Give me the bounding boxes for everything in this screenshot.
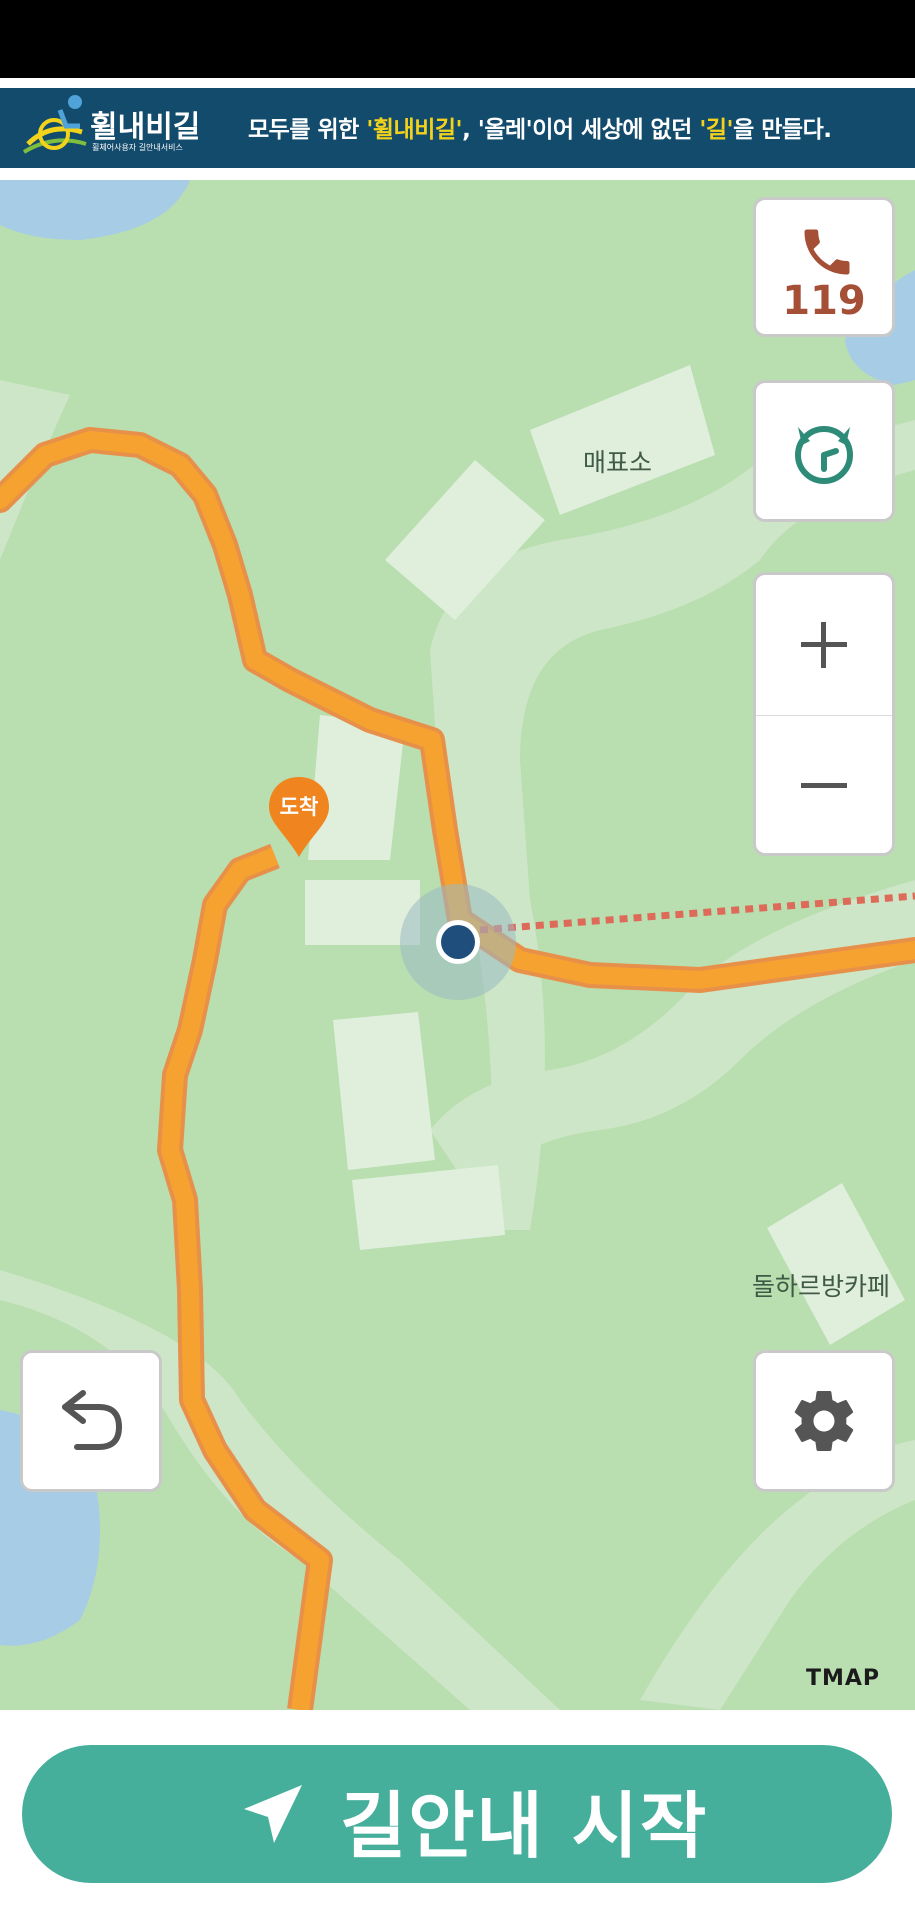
banner-slogan: 모두를 위한 '휠내비길', '올레'이어 세상에 없던 '길'을 만들다. <box>248 117 832 143</box>
zoom-controls <box>753 572 895 856</box>
navigation-arrow-icon <box>244 1785 302 1843</box>
app-logo: 휠내비길 휠체어사용자 길안내서비스 <box>20 92 210 164</box>
compass-button[interactable] <box>753 380 895 522</box>
status-bar <box>0 0 915 78</box>
zoom-out-button[interactable] <box>756 716 892 856</box>
emergency-number: 119 <box>782 278 866 324</box>
phone-icon <box>804 229 850 275</box>
current-location-marker <box>398 882 518 1002</box>
gear-icon <box>794 1391 854 1452</box>
map-attribution: TMAP <box>806 1666 881 1691</box>
logo-title: 휠내비길 <box>90 110 201 145</box>
logo-subtitle: 휠체어사용자 길안내서비스 <box>92 143 183 152</box>
destination-label: 도착 <box>279 795 319 819</box>
undo-arrow-icon <box>62 1390 123 1450</box>
start-navigation-button[interactable]: 길안내 시작 <box>22 1745 892 1883</box>
wheelchair-logo-icon <box>22 95 87 154</box>
poi-cafe[interactable]: 돌하르방카페 <box>752 1267 890 1303</box>
emergency-call-button[interactable]: 119 <box>753 197 895 337</box>
map-view[interactable]: 매표소 돌하르방카페 도착 119 TMAP <box>0 180 915 1710</box>
poi-ticket-office[interactable]: 매표소 <box>583 443 652 479</box>
back-button[interactable] <box>20 1350 162 1492</box>
minus-icon <box>801 783 847 788</box>
plus-icon <box>801 622 847 668</box>
destination-marker[interactable]: 도착 <box>263 773 335 863</box>
compass-icon <box>795 426 853 484</box>
start-navigation-label: 길안내 시작 <box>340 1784 709 1868</box>
zoom-in-button[interactable] <box>756 575 892 715</box>
ad-banner[interactable]: 휠내비길 휠체어사용자 길안내서비스 모두를 위한 '휠내비길', '올레'이어… <box>0 88 915 168</box>
location-dot-icon <box>400 884 516 1000</box>
settings-button[interactable] <box>753 1350 895 1492</box>
